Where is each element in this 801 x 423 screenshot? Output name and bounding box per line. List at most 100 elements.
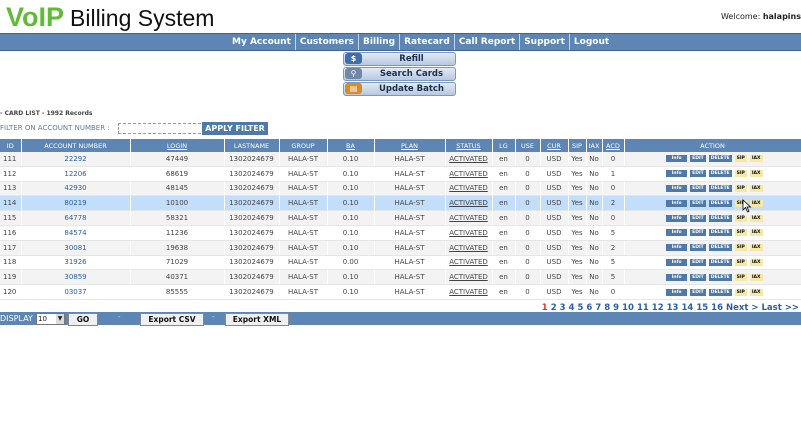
cell-account[interactable]: 12206 xyxy=(21,166,131,182)
column-header-status[interactable]: STATUS xyxy=(445,139,493,152)
delete-button[interactable]: DELETE xyxy=(708,258,732,266)
iax-button[interactable]: IAX xyxy=(749,258,763,266)
delete-button[interactable]: DELETE xyxy=(708,155,732,163)
delete-button[interactable]: DELETE xyxy=(708,273,732,281)
column-header-label: ACTION xyxy=(700,141,725,150)
info-button[interactable]: Info xyxy=(666,214,688,222)
info-button[interactable]: Info xyxy=(666,170,688,178)
iax-button[interactable]: IAX xyxy=(749,244,763,252)
topnav-item-ratecard[interactable]: Ratecard xyxy=(400,34,455,50)
delete-button[interactable]: DELETE xyxy=(708,170,732,178)
table-row[interactable]: 118 31926 71029 1302024679 HALA-ST 0.00 HALA-S… xyxy=(0,255,801,271)
cell-account[interactable]: 80219 xyxy=(21,195,131,212)
edit-button[interactable]: EDIT xyxy=(690,288,706,296)
cell-iax: No xyxy=(586,269,603,286)
sip-button[interactable]: SIP xyxy=(734,258,747,266)
edit-button[interactable]: EDIT xyxy=(690,229,706,237)
delete-button[interactable]: DELETE xyxy=(708,214,732,222)
delete-button[interactable]: DELETE xyxy=(708,288,732,296)
topnav-item-customers[interactable]: Customers xyxy=(296,34,360,50)
iax-button[interactable]: IAX xyxy=(749,229,763,237)
cell-account[interactable]: 84574 xyxy=(21,225,131,241)
table-row[interactable]: 119 30859 40371 1302024679 HALA-ST 0.10 HALA-S… xyxy=(0,269,801,286)
table-row[interactable]: 112 12206 68619 1302024679 HALA-ST 0.10 HALA-S… xyxy=(0,166,801,182)
table-row[interactable]: 111 22292 47449 1302024679 HALA-ST 0.10 HALA-S… xyxy=(0,152,801,167)
delete-button[interactable]: DELETE xyxy=(708,184,732,192)
sip-button[interactable]: SIP xyxy=(734,288,747,296)
delete-button[interactable]: DELETE xyxy=(708,244,732,252)
cell-id: 119 xyxy=(0,269,22,286)
info-button[interactable]: Info xyxy=(666,199,688,207)
search-cards-label: Search Cards xyxy=(379,69,444,79)
iax-button[interactable]: IAX xyxy=(749,155,763,163)
update-batch-button[interactable]: ▤ Update Batch xyxy=(343,82,456,96)
edit-button[interactable]: EDIT xyxy=(690,170,706,178)
go-button[interactable]: GO xyxy=(68,313,98,326)
edit-button[interactable]: EDIT xyxy=(690,258,706,266)
cell-account[interactable]: 42930 xyxy=(21,181,131,197)
sip-button[interactable]: SIP xyxy=(734,184,747,192)
sip-button[interactable]: SIP xyxy=(734,244,747,252)
edit-button[interactable]: EDIT xyxy=(690,199,706,207)
cell-account[interactable]: 64778 xyxy=(21,210,131,226)
column-header-plan[interactable]: PLAN xyxy=(374,139,446,152)
edit-button[interactable]: EDIT xyxy=(690,184,706,192)
sip-button[interactable]: SIP xyxy=(734,170,747,178)
export-csv-button[interactable]: Export CSV xyxy=(140,313,204,326)
info-button[interactable]: Info xyxy=(666,229,688,237)
column-header-acd[interactable]: ACD xyxy=(602,139,625,152)
refill-button[interactable]: $ Refill xyxy=(343,52,456,66)
cell-account[interactable]: 31926 xyxy=(21,255,131,271)
sip-button[interactable]: SIP xyxy=(734,214,747,222)
sip-button[interactable]: SIP xyxy=(734,273,747,281)
column-header-login[interactable]: LOGIN xyxy=(130,139,225,152)
export-xml-button[interactable]: Export XML xyxy=(225,313,289,326)
iax-button[interactable]: IAX xyxy=(749,184,763,192)
table-row[interactable]: 113 42930 48145 1302024679 HALA-ST 0.10 HALA-S… xyxy=(0,181,801,197)
cell-account[interactable]: 30081 xyxy=(21,240,131,256)
column-header-cur[interactable]: CUR xyxy=(540,139,569,152)
cell-use: 0 xyxy=(515,255,541,271)
top-nav-bar: My Account Customers Billing Ratecard Call R… xyxy=(0,33,801,51)
delete-button[interactable]: DELETE xyxy=(708,199,732,207)
table-header-row: ID ACCOUNT NUMBER LOGIN LASTNAME GROUP BA PLAN… xyxy=(0,139,801,152)
search-cards-button[interactable]: ⚲ Search Cards xyxy=(343,67,456,81)
cell-lg: en xyxy=(492,284,516,300)
table-row[interactable]: 120 03037 85555 1302024679 HALA-ST 0.10 HALA-S… xyxy=(0,284,801,300)
apply-filter-button[interactable]: APPLY FILTER xyxy=(202,122,268,135)
info-button[interactable]: Info xyxy=(666,258,688,266)
table-row[interactable]: 114 80219 10100 1302024679 HALA-ST 0.10 HALA-S… xyxy=(0,195,801,212)
topnav-item-my-account[interactable]: My Account xyxy=(228,34,296,50)
cell-account[interactable]: 22292 xyxy=(21,152,131,167)
info-button[interactable]: Info xyxy=(666,244,688,252)
cell-account[interactable]: 03037 xyxy=(21,284,131,300)
cell-login: 19638 xyxy=(130,240,225,256)
topnav-item-logout[interactable]: Logout xyxy=(570,34,613,50)
edit-button[interactable]: EDIT xyxy=(690,155,706,163)
info-button[interactable]: Info xyxy=(666,155,688,163)
cell-account[interactable]: 30859 xyxy=(21,269,131,286)
iax-button[interactable]: IAX xyxy=(749,273,763,281)
display-count-select[interactable]: 10 ▼ xyxy=(36,313,65,325)
topnav-item-call-report[interactable]: Call Report xyxy=(455,34,521,50)
topnav-item-billing[interactable]: Billing xyxy=(359,34,401,50)
info-button[interactable]: Info xyxy=(666,273,688,281)
iax-button[interactable]: IAX xyxy=(749,288,763,296)
info-button[interactable]: Info xyxy=(666,288,688,296)
table-row[interactable]: 116 84574 11236 1302024679 HALA-ST 0.10 HALA-S… xyxy=(0,225,801,241)
iax-button[interactable]: IAX xyxy=(749,214,763,222)
table-row[interactable]: 117 30081 19638 1302024679 HALA-ST 0.10 HALA-S… xyxy=(0,240,801,256)
cell-acd: 2 xyxy=(602,195,625,212)
sip-button[interactable]: SIP xyxy=(734,155,747,163)
sip-button[interactable]: SIP xyxy=(734,229,747,237)
edit-button[interactable]: EDIT xyxy=(690,214,706,222)
edit-button[interactable]: EDIT xyxy=(690,273,706,281)
account-number-filter-input[interactable] xyxy=(118,123,206,134)
delete-button[interactable]: DELETE xyxy=(708,229,732,237)
topnav-item-support[interactable]: Support xyxy=(520,34,570,50)
info-button[interactable]: Info xyxy=(666,184,688,192)
table-row[interactable]: 115 64778 58321 1302024679 HALA-ST 0.10 HALA-S… xyxy=(0,210,801,226)
iax-button[interactable]: IAX xyxy=(749,170,763,178)
column-header-ba[interactable]: BA xyxy=(327,139,375,152)
edit-button[interactable]: EDIT xyxy=(690,244,706,252)
